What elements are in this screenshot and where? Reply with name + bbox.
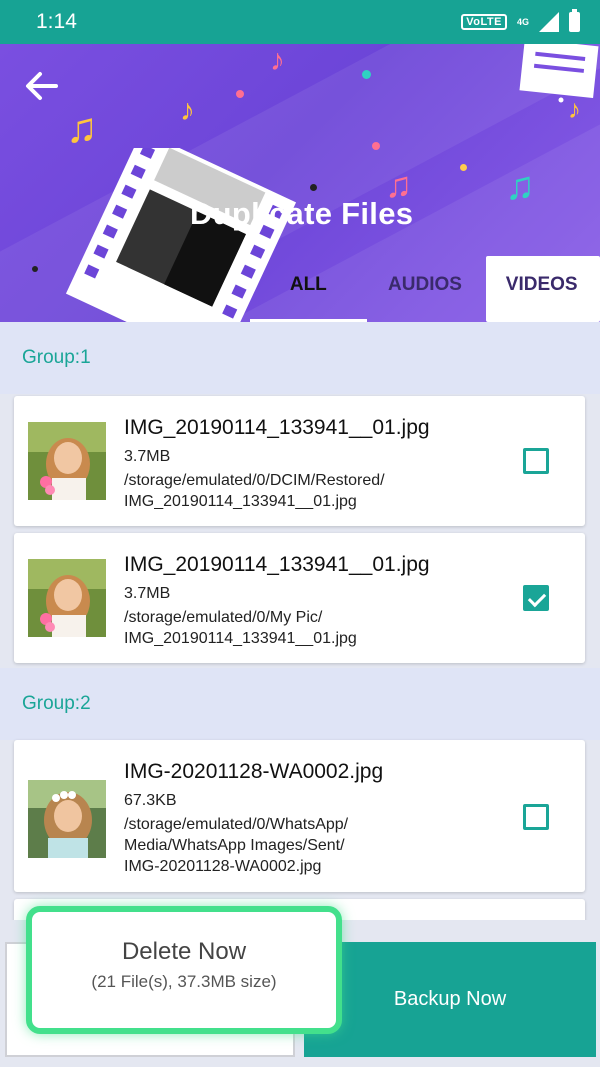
signal-icon	[539, 12, 559, 32]
file-path-line: Media/WhatsApp Images/Sent/	[124, 837, 345, 854]
file-name: IMG_20190114_133941__01.jpg	[124, 553, 430, 576]
file-size: 3.7MB	[124, 448, 171, 465]
group-header: Group:2	[0, 668, 600, 740]
music-note-icon: ♫	[505, 164, 535, 208]
network-type: 4G	[516, 17, 529, 27]
backup-now-button[interactable]: Backup Now	[304, 942, 596, 1057]
tab-videos[interactable]: VIDEOS	[483, 270, 600, 322]
decor-dot	[236, 90, 244, 98]
file-path-line: IMG-20201128-WA0002.jpg	[124, 858, 322, 875]
decor-dot	[310, 184, 317, 191]
file-name: IMG_20190114_133941__01.jpg	[124, 416, 430, 439]
file-card[interactable]: IMG_20190114_133941__01.jpg 3.7MB /stora…	[14, 396, 585, 526]
music-note-icon: ♪	[568, 94, 581, 124]
music-note-icon: ♫	[66, 104, 98, 151]
status-icons: VoLTE 4G	[461, 9, 580, 32]
decor-dot	[460, 164, 467, 171]
file-size: 67.3KB	[124, 792, 177, 809]
status-time: 1:14	[36, 10, 77, 33]
decor-dot	[32, 266, 38, 272]
group-header: Group:1	[0, 322, 600, 394]
status-bar: 1:14 VoLTE 4G	[0, 0, 600, 44]
music-note-icon: ♪	[180, 94, 195, 127]
tab-all[interactable]: ALL	[250, 270, 367, 322]
file-checkbox[interactable]	[523, 448, 549, 474]
back-arrow-icon[interactable]	[22, 66, 62, 106]
more-options-icon[interactable]	[558, 74, 564, 104]
file-path: /storage/emulated/0/My Pic/ IMG_20190114…	[124, 607, 514, 649]
file-thumbnail	[28, 780, 106, 858]
decor-dot	[362, 70, 371, 79]
delete-label: Delete Now	[121, 938, 247, 965]
page-title: Duplicate Files	[190, 196, 414, 231]
file-path-line: IMG_20190114_133941__01.jpg	[124, 630, 357, 647]
file-path-line: /storage/emulated/0/My Pic/	[124, 609, 323, 626]
file-path: /storage/emulated/0/DCIM/Restored/ IMG_2…	[124, 470, 514, 512]
music-note-icon: ♪	[270, 44, 285, 77]
file-size: 3.7MB	[124, 585, 171, 602]
delete-summary: (21 File(s), 37.3MB size)	[91, 972, 277, 991]
file-name: IMG-20201128-WA0002.jpg	[124, 760, 384, 783]
decor-dot	[372, 142, 380, 150]
file-path: /storage/emulated/0/WhatsApp/ Media/What…	[124, 814, 514, 877]
volte-icon: VoLTE	[461, 14, 507, 30]
file-thumbnail	[28, 559, 106, 637]
battery-icon	[569, 9, 580, 32]
header-banner: ♫ ♪ ♫ ♫ ♪ ♪ Duplicate Files ALL AUDIOS V…	[0, 44, 600, 322]
file-path-line: /storage/emulated/0/WhatsApp/	[124, 816, 349, 833]
file-thumbnail	[28, 422, 106, 500]
delete-now-button[interactable]: Delete Now (21 File(s), 37.3MB size)	[26, 906, 342, 1034]
file-card[interactable]: IMG-20201128-WA0002.jpg 67.3KB /storage/…	[14, 740, 585, 892]
file-card[interactable]: IMG_20190114_133941__01.jpg 3.7MB /stora…	[14, 533, 585, 663]
file-path-line: IMG_20190114_133941__01.jpg	[124, 493, 357, 510]
tab-bar: ALL AUDIOS VIDEOS	[250, 270, 600, 322]
file-checkbox[interactable]	[523, 804, 549, 830]
tab-audios[interactable]: AUDIOS	[367, 270, 484, 322]
file-checkbox[interactable]	[523, 585, 549, 611]
file-path-line: /storage/emulated/0/DCIM/Restored/	[124, 472, 385, 489]
